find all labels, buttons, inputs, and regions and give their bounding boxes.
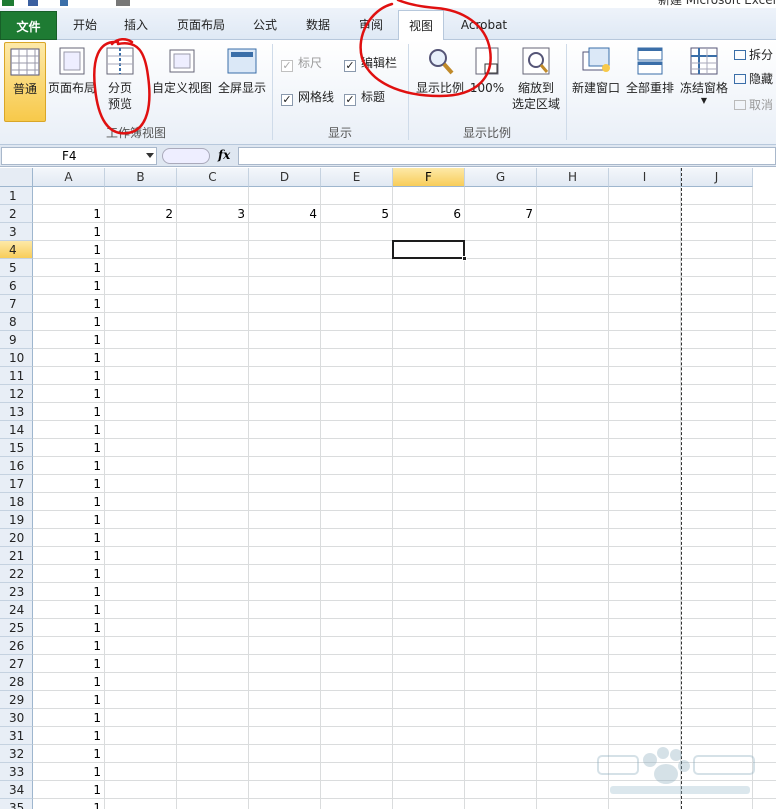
baidu-watermark: [597, 747, 755, 794]
annotation-circle-page-break: [93, 38, 151, 135]
red-annotation-overlay: [93, 0, 492, 135]
annotation-circle-view-zoom: [359, 0, 492, 98]
